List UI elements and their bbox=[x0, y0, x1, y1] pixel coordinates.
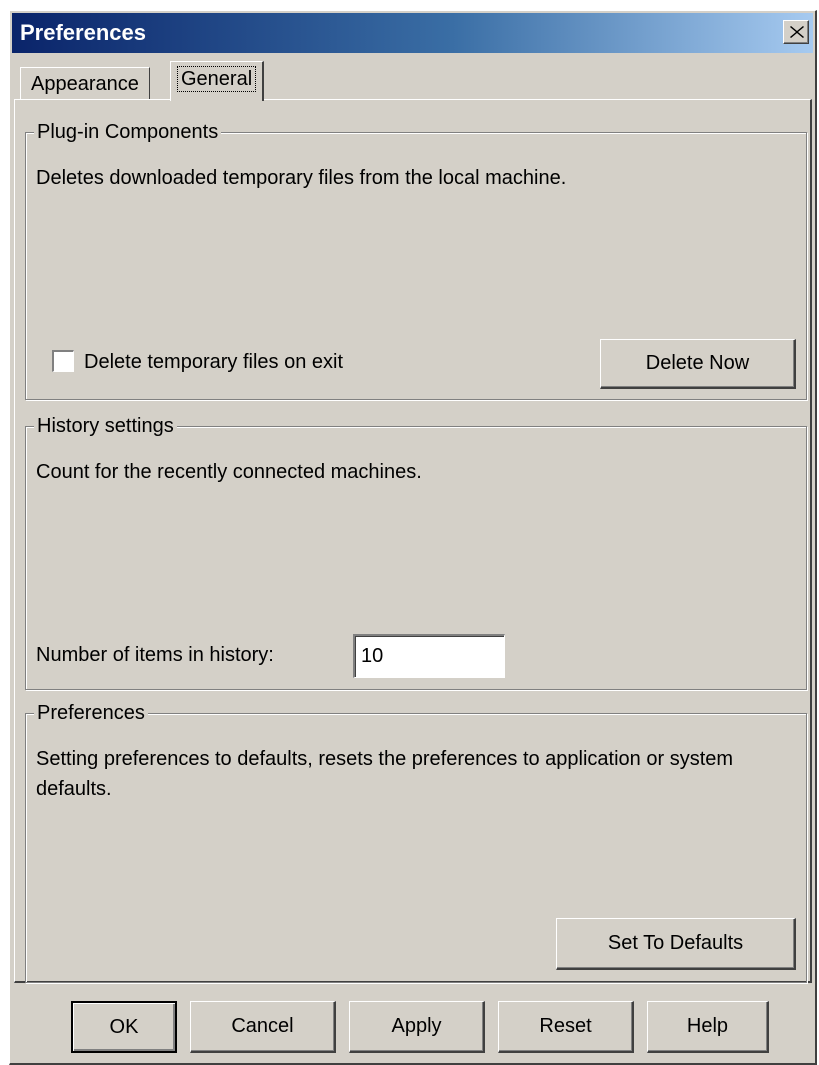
window-title: Preferences bbox=[20, 20, 146, 45]
tab-general-label: General bbox=[177, 66, 257, 92]
plugin-components-legend: Plug-in Components bbox=[34, 119, 222, 145]
general-tab-panel: Plug-in Components Deletes downloaded te… bbox=[14, 99, 812, 983]
history-count-label: Number of items in history: bbox=[36, 644, 274, 666]
delete-temp-files-label[interactable]: Delete temporary files on exit bbox=[84, 349, 343, 375]
close-icon bbox=[790, 26, 804, 38]
history-count-input[interactable] bbox=[353, 634, 505, 678]
tab-general[interactable]: General bbox=[170, 61, 265, 101]
ok-button[interactable]: OK bbox=[71, 1001, 177, 1053]
preferences-legend: Preferences bbox=[34, 700, 148, 726]
plugin-components-description: Deletes downloaded temporary files from … bbox=[36, 167, 567, 189]
apply-button[interactable]: Apply bbox=[349, 1001, 485, 1053]
cancel-button[interactable]: Cancel bbox=[190, 1001, 336, 1053]
history-settings-description: Count for the recently connected machine… bbox=[36, 461, 422, 483]
delete-now-button[interactable]: Delete Now bbox=[600, 339, 796, 389]
reset-button[interactable]: Reset bbox=[498, 1001, 634, 1053]
tab-appearance[interactable]: Appearance bbox=[20, 67, 150, 99]
help-button[interactable]: Help bbox=[647, 1001, 769, 1053]
close-button[interactable] bbox=[783, 20, 809, 44]
set-to-defaults-button[interactable]: Set To Defaults bbox=[556, 918, 796, 970]
tab-appearance-label: Appearance bbox=[31, 73, 139, 95]
preferences-description: Setting preferences to defaults, resets … bbox=[36, 748, 734, 800]
history-settings-legend: History settings bbox=[34, 413, 177, 439]
plugin-components-group: Plug-in Components Deletes downloaded te… bbox=[25, 119, 807, 400]
delete-temp-files-checkbox[interactable] bbox=[52, 350, 74, 372]
preferences-group: Preferences Setting preferences to defau… bbox=[25, 700, 807, 983]
preferences-dialog: Preferences Appearance General Plug-in C… bbox=[9, 10, 817, 1065]
history-settings-group: History settings Count for the recently … bbox=[25, 413, 807, 690]
title-bar[interactable]: Preferences bbox=[12, 13, 813, 53]
